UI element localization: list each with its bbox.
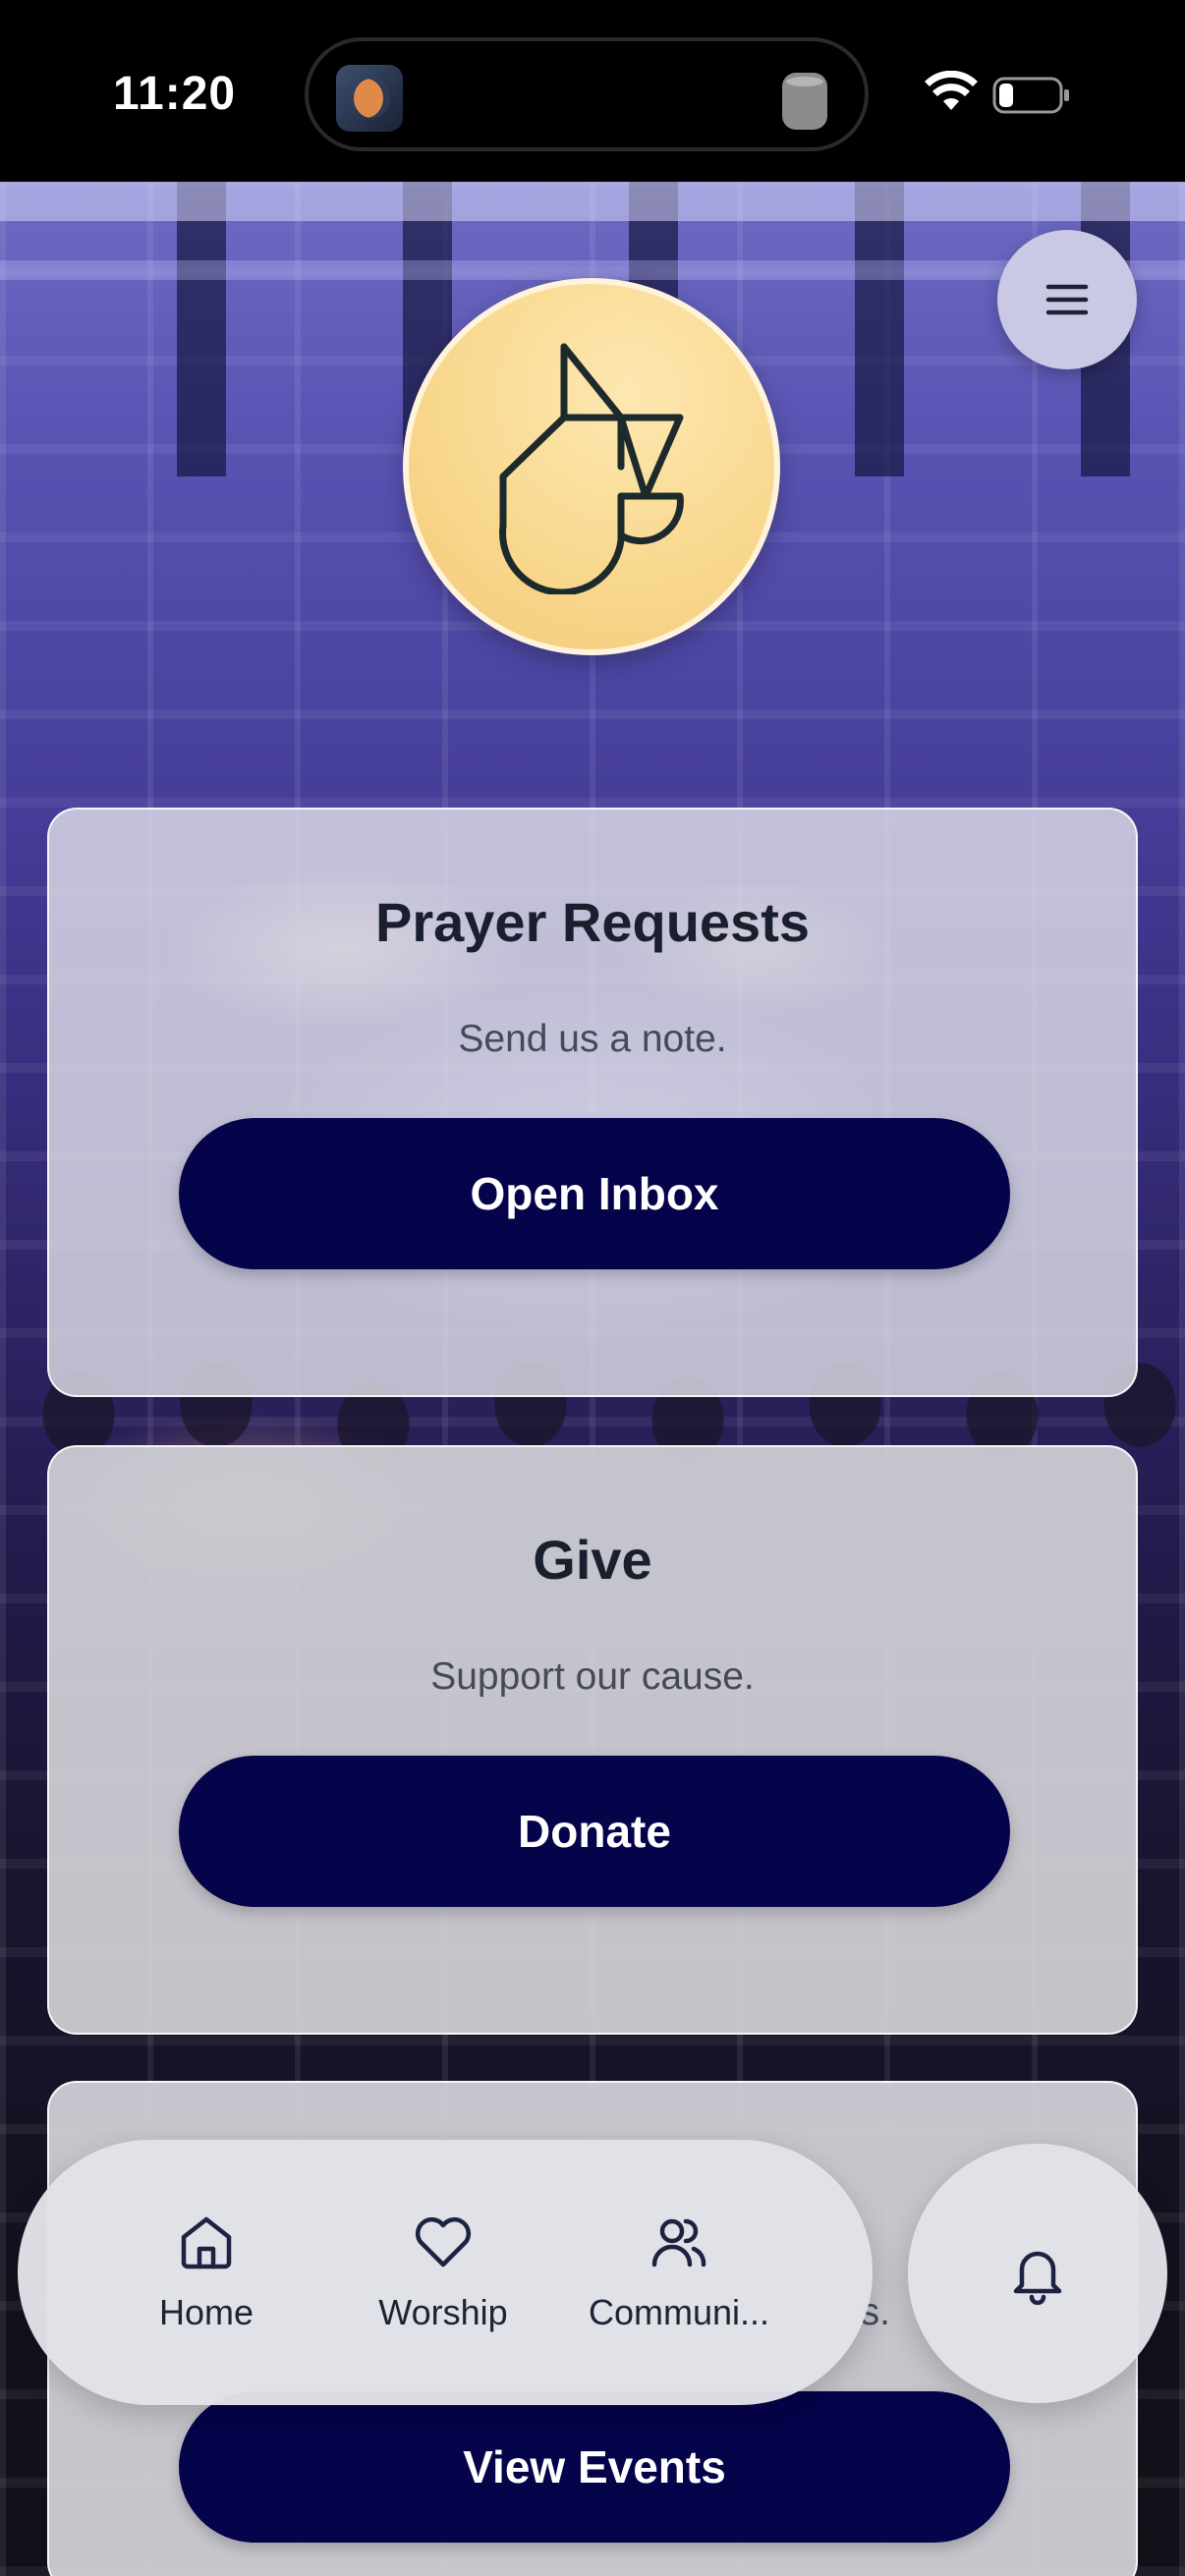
view-events-button[interactable]: View Events [179,2391,1010,2543]
wifi-icon [925,71,978,110]
church-logo-icon [499,343,684,594]
open-inbox-button[interactable]: Open Inbox [179,1118,1010,1269]
card-subtitle: Support our cause. [430,1655,755,1698]
status-time: 11:20 [113,68,237,120]
status-bar: 11:20 [0,0,1185,182]
tab-worship[interactable]: Worship [325,2140,561,2405]
give-card: Give Support our cause. Donate [47,1445,1138,2035]
heart-icon [415,2217,472,2268]
card-title: Give [533,1529,652,1591]
tab-bar: Home Worship Communi... [18,2140,873,2405]
prayer-requests-card: Prayer Requests Send us a note. Open Inb… [47,808,1138,1397]
users-icon [651,2218,706,2268]
tab-community[interactable]: Communi... [561,2140,797,2405]
homepod-icon [782,73,827,130]
tab-label: Worship [378,2292,508,2332]
hamburger-menu-icon [1045,284,1089,315]
donate-button[interactable]: Donate [179,1756,1010,1907]
church-logo [403,278,780,655]
card-subtitle: Send us a note. [458,1018,727,1060]
tab-label: Home [158,2292,254,2332]
tab-label: Communi... [588,2292,770,2332]
notifications-button[interactable] [908,2144,1167,2403]
card-title: Prayer Requests [374,891,810,953]
tab-home[interactable]: Home [88,2140,324,2405]
home-icon [181,2216,232,2269]
menu-button[interactable] [997,230,1137,369]
now-playing-app-icon [336,65,403,132]
dynamic-island [305,37,869,151]
bell-icon [1013,2251,1062,2305]
battery-icon [992,77,1069,114]
